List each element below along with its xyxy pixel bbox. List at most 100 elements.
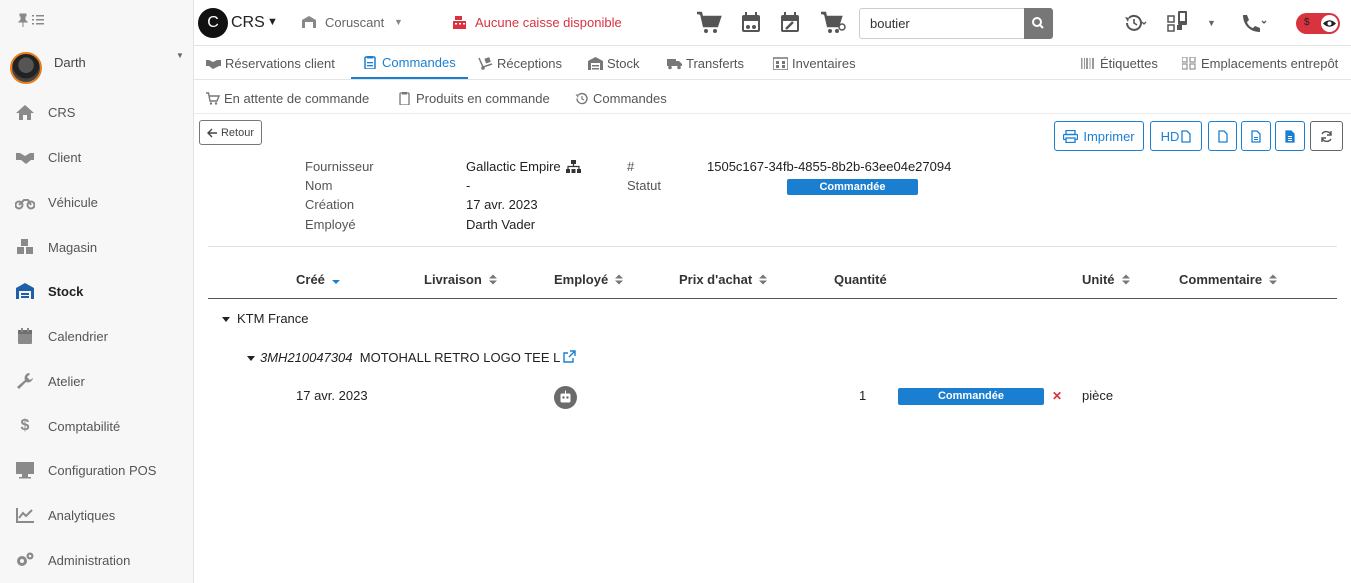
tab-etiquettes[interactable]: Étiquettes	[1081, 47, 1158, 79]
sidebar-item-analytiques[interactable]: Analytiques	[0, 493, 194, 537]
user-menu[interactable]: Darth ▼	[0, 44, 194, 92]
file-button[interactable]	[1208, 121, 1237, 151]
history-icon[interactable]	[1124, 14, 1148, 32]
monitor-icon	[16, 462, 34, 479]
column-header-quantity[interactable]: Quantité	[834, 272, 887, 287]
tab-stock[interactable]: Stock	[588, 47, 640, 79]
sidebar-item-configuration-pos[interactable]: Configuration POS	[0, 448, 194, 492]
sitemap-icon[interactable]	[566, 160, 581, 173]
sidebar-item-crs[interactable]: CRS	[0, 90, 194, 134]
search-input[interactable]	[859, 8, 1025, 39]
visibility-toggle[interactable]: $	[1296, 13, 1340, 34]
name-value: -	[466, 178, 471, 193]
column-header-delivery[interactable]: Livraison	[424, 272, 497, 287]
column-header-created[interactable]: Créé	[296, 272, 340, 287]
row-created: 17 avr. 2023	[296, 388, 368, 403]
back-button-label: Retour	[220, 126, 255, 139]
sidebar-item-stock[interactable]: Stock	[0, 269, 194, 313]
sidebar-item-calendrier[interactable]: Calendrier	[0, 314, 194, 358]
subtab-commandes[interactable]: Commandes	[575, 88, 667, 108]
tab-transferts[interactable]: Transferts	[667, 47, 744, 79]
print-hd-button[interactable]: HD	[1150, 121, 1202, 151]
file-text-button[interactable]	[1275, 121, 1305, 151]
location-selector[interactable]: Coruscant	[325, 15, 384, 30]
file-pdf-button[interactable]	[1241, 121, 1271, 151]
list-icon[interactable]	[32, 14, 44, 26]
caret-down-icon: ▼	[176, 51, 184, 60]
external-link-icon[interactable]	[563, 350, 576, 363]
register-status[interactable]: Aucune caisse disponible	[475, 15, 622, 30]
sidebar-item-comptabilite[interactable]: $ Comptabilité	[0, 404, 194, 448]
column-header-employee[interactable]: Employé	[554, 272, 624, 287]
tab-label: Réceptions	[497, 55, 563, 71]
product-ref: 3MH210047304	[260, 350, 353, 365]
user-name: Darth	[54, 55, 86, 70]
chart-line-icon	[16, 508, 34, 523]
cart-icon[interactable]	[696, 11, 722, 35]
robot-icon	[554, 386, 577, 409]
tab-receptions[interactable]: Réceptions	[478, 47, 562, 79]
hd-label: HD	[1160, 128, 1180, 144]
column-header-label: Quantité	[834, 272, 887, 287]
warehouse-icon	[773, 56, 788, 70]
caret-down-icon[interactable]: ▼	[394, 17, 403, 27]
cart-motorcycle-icon[interactable]	[820, 11, 846, 35]
sidebar-item-label: Comptabilité	[48, 418, 121, 434]
caret-down-icon[interactable]: ▼	[1207, 18, 1216, 28]
sidebar-item-atelier[interactable]: Atelier	[0, 359, 194, 403]
tab-label: Étiquettes	[1100, 55, 1158, 71]
sidebar-item-label: Magasin	[48, 239, 98, 255]
sidebar-item-label: Administration	[48, 552, 131, 568]
cogs-icon	[17, 552, 34, 566]
subtab-en-attente[interactable]: En attente de commande	[206, 88, 369, 108]
sidebar-item-label: Calendrier	[48, 328, 108, 344]
search-button[interactable]	[1024, 8, 1053, 39]
refresh-button[interactable]	[1310, 121, 1343, 151]
id-label: #	[627, 159, 635, 174]
sidebar-item-magasin[interactable]: Magasin	[0, 225, 194, 269]
sort-down-icon	[331, 280, 340, 284]
sidebar-item-administration[interactable]: Administration	[0, 538, 194, 582]
tab-reservations-client[interactable]: Réservations client	[206, 47, 335, 79]
warehouse-icon	[302, 16, 316, 28]
tab-label: Réservations client	[225, 55, 335, 71]
calendar-icon	[18, 328, 32, 344]
tab-commandes[interactable]: Commandes	[351, 47, 468, 79]
subtabs-divider	[194, 113, 1351, 114]
column-header-purchase-price[interactable]: Prix d'achat	[679, 272, 768, 287]
employee-value: Darth Vader	[466, 217, 536, 232]
tab-inventaires[interactable]: Inventaires	[773, 47, 856, 79]
supplier-group-row[interactable]: KTM France	[222, 311, 309, 326]
subtab-label: Commandes	[593, 90, 667, 106]
tab-label: Emplacements entrepôt	[1201, 55, 1339, 71]
status-badge: Commandée	[787, 179, 918, 195]
file-icon	[1181, 129, 1192, 143]
qrcode-icon[interactable]	[1166, 10, 1192, 34]
product-group-row[interactable]: 3MH210047304 MOTOHALL RETRO LOGO TEE L	[247, 350, 560, 365]
store-avatar[interactable]: C	[198, 8, 228, 38]
close-icon[interactable]: ✕	[1052, 389, 1062, 403]
column-header-comment[interactable]: Commentaire	[1179, 272, 1278, 287]
column-header-label: Employé	[554, 272, 609, 287]
sidebar-item-vehicule[interactable]: Véhicule	[0, 180, 194, 224]
grid-icon	[1182, 56, 1196, 70]
sort-icon	[759, 274, 768, 285]
store-selector[interactable]: CRS	[231, 14, 265, 32]
pin-icon[interactable]	[16, 13, 30, 27]
sidebar-item-client[interactable]: Client	[0, 135, 194, 179]
search-icon	[1032, 17, 1044, 29]
column-header-unit[interactable]: Unité	[1082, 272, 1130, 287]
tab-emplacements-entrepot[interactable]: Emplacements entrepôt	[1182, 47, 1338, 79]
clipboard-icon	[399, 91, 410, 105]
row-status-badge: Commandée	[898, 388, 1044, 405]
phone-icon[interactable]	[1240, 13, 1268, 33]
subtab-produits-en-commande[interactable]: Produits en commande	[398, 88, 550, 108]
calendar-wrench-icon[interactable]	[778, 11, 804, 35]
calendar-motorcycle-icon[interactable]	[739, 11, 765, 35]
sort-icon	[488, 274, 497, 285]
caret-down-icon[interactable]: ▼	[267, 16, 278, 28]
sort-icon	[615, 274, 624, 285]
print-button[interactable]: Imprimer	[1054, 121, 1144, 151]
subtab-label: Produits en commande	[416, 90, 550, 106]
back-button[interactable]: Retour	[199, 120, 262, 145]
